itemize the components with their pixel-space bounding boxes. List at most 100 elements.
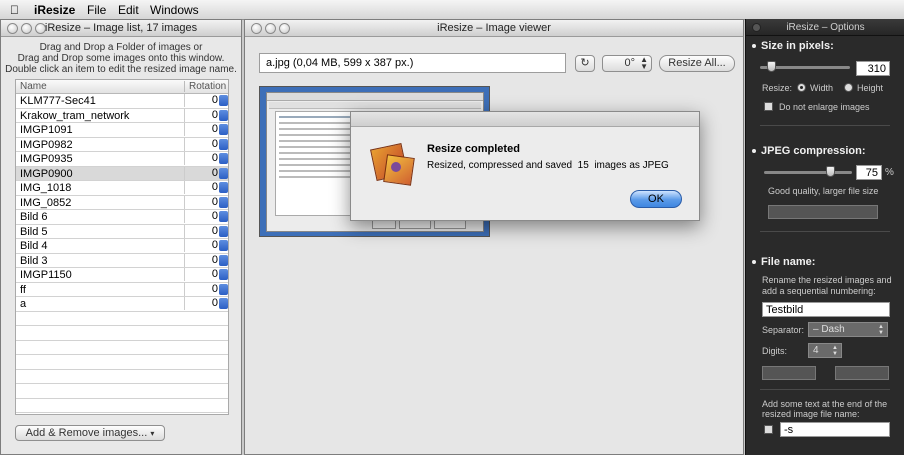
jpeg-input[interactable]: 75 [856,165,882,180]
minimize-button[interactable] [21,23,32,34]
table-row[interactable]: IMGP0982 0 [16,137,228,152]
file-desc-line-2: add a sequential numbering: [762,286,876,296]
rotation-stepper-icon[interactable] [219,269,228,280]
rotation-stepper-icon[interactable] [219,240,228,251]
row-name: KLM777-Sec41 [20,95,96,107]
row-rotation: 0 [184,239,218,252]
row-rotation: 0 [184,195,218,209]
close-button[interactable] [251,23,262,34]
resize-all-button[interactable]: Resize All... [659,55,735,72]
window-title: iResize – Options [786,22,865,33]
zoom-button[interactable] [35,23,46,34]
row-name: IMGP1150 [20,269,72,281]
table-row[interactable]: Bild 6 0 [16,210,228,225]
table-row[interactable]: IMG_1018 0 [16,181,228,196]
rotation-stepper-icon[interactable] [219,95,228,106]
jpeg-slider-track[interactable] [764,171,852,174]
column-name-header[interactable]: Name [20,81,47,92]
options-titlebar[interactable]: iResize – Options [746,19,904,36]
file-name-input[interactable]: Testbild [762,302,890,317]
jpeg-slider-knob[interactable] [826,166,835,177]
size-input[interactable]: 310 [856,61,890,76]
width-radio[interactable] [797,83,806,92]
close-button[interactable] [752,23,761,32]
table-row[interactable] [16,355,228,370]
rotation-stepper-icon[interactable] [219,124,228,135]
add-remove-images-button[interactable]: Add & Remove images... ▾ [15,425,165,441]
table-row[interactable]: Krakow_tram_network 0 [16,108,228,123]
zoom-button[interactable] [279,23,290,34]
row-rotation: 0 [184,166,218,180]
quality-bar [768,205,878,219]
rotation-stepper-icon[interactable] [219,138,228,150]
menu-file[interactable]: File [87,3,106,17]
digits-label: Digits: [762,346,788,356]
table-row[interactable]: Bild 4 0 [16,239,228,254]
row-rotation: 0 [184,181,218,194]
rotation-stepper-icon[interactable] [219,167,228,179]
row-rotation: 0 [184,137,218,151]
no-enlarge-checkbox[interactable] [764,102,773,111]
menu-windows[interactable]: Windows [150,3,199,17]
table-row[interactable]: ff 0 [16,282,228,297]
table-row[interactable]: IMGP0900 0 [16,166,228,181]
menu-edit[interactable]: Edit [118,3,139,17]
table-row[interactable]: KLM777-Sec41 0 [16,94,228,109]
ok-button[interactable]: OK [630,190,682,208]
row-rotation: 0 [184,224,218,238]
table-row[interactable]: IMGP0935 0 [16,152,228,167]
size-heading: Size in pixels: [761,40,834,52]
close-button[interactable] [7,23,18,34]
rotation-stepper-icon[interactable] [219,182,228,193]
table-row[interactable]: a0 [16,297,228,312]
menu-app-name[interactable]: iResize [34,3,75,17]
image-list[interactable]: Name Rotation KLM777-Sec41 0 Krakow_tram_n… [15,79,229,415]
suffix-input[interactable]: -s [780,422,890,437]
rotation-stepper-icon[interactable] [219,109,228,121]
image-list-titlebar[interactable]: iResize – Image list, 17 images [1,20,241,37]
file-desc-line-1: Rename the resized images and [762,275,892,285]
rotation-stepper-icon[interactable] [219,225,228,237]
image-list-window: iResize – Image list, 17 images Drag and… [0,19,242,455]
stepper-icon: ▲ ▼ [640,55,648,71]
table-row[interactable]: IMG_0852 0 [16,195,228,210]
table-row[interactable]: Bild 3 0 [16,253,228,268]
row-name: IMGP0935 [20,153,73,165]
table-row[interactable] [16,370,228,384]
table-row[interactable]: IMGP1150 0 [16,268,228,283]
add-remove-label: Add & Remove images... [25,427,148,439]
rotation-stepper-icon[interactable] [219,298,228,309]
row-name: ff [20,283,26,296]
rotation-stepper-icon[interactable] [219,211,228,222]
apple-icon[interactable]:  [10,3,19,17]
rotation-select[interactable]: 0° ▲ ▼ [602,55,652,72]
rotation-stepper-icon[interactable] [219,153,228,164]
row-name: Bild 4 [20,240,48,252]
table-row[interactable] [16,312,228,326]
image-viewer-titlebar[interactable]: iResize – Image viewer [245,20,743,37]
column-rotation-header[interactable]: Rotation [184,81,228,92]
rotation-stepper-icon[interactable] [219,283,228,295]
rotation-stepper-icon[interactable] [219,254,228,266]
list-header: Name Rotation [16,80,228,94]
image-info-field: a.jpg (0,04 MB, 599 x 387 px.) [259,53,566,73]
table-row[interactable] [16,341,228,355]
row-name: Krakow_tram_network [20,109,130,122]
suffix-checkbox[interactable] [764,425,773,434]
table-row[interactable]: Bild 5 0 [16,224,228,239]
row-rotation: 0 [184,123,218,136]
table-row[interactable]: IMGP1091 0 [16,123,228,138]
rotation-stepper-icon[interactable] [219,196,228,208]
row-name: Bild 3 [20,254,48,267]
table-row[interactable] [16,384,228,399]
digits-select[interactable]: 4 ▲ ▼ [808,343,842,358]
height-radio[interactable] [844,83,853,92]
minimize-button[interactable] [265,23,276,34]
rotate-button[interactable]: ↻ [575,55,595,72]
table-row[interactable] [16,399,228,413]
table-row[interactable] [16,326,228,341]
size-slider-knob[interactable] [766,61,776,72]
separator-select[interactable]: – Dash ▲ ▼ [808,322,888,337]
row-rotation: 0 [184,268,218,281]
window-title: iResize – Image list, 17 images [44,22,198,34]
